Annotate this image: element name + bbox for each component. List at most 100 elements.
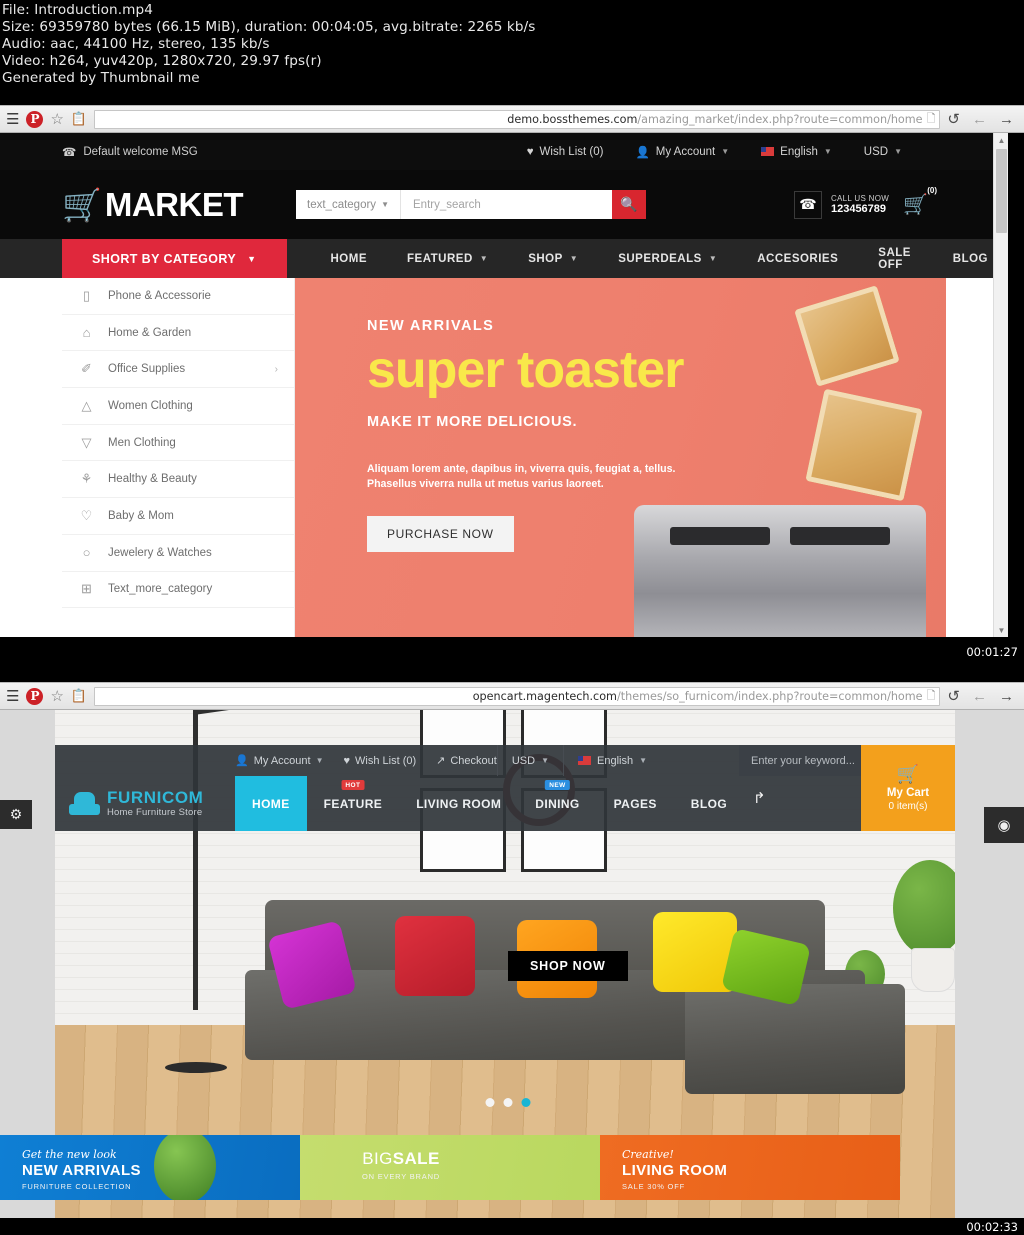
menu-item-blog[interactable]: BLOG <box>674 776 744 831</box>
dress-icon: △ <box>81 397 92 413</box>
menu-item-feature[interactable]: HOT FEATURE <box>307 776 400 831</box>
account-menu[interactable]: 👤 My Account ▼ <box>635 145 729 159</box>
reload-icon[interactable]: ↺ <box>947 110 960 128</box>
cart-button[interactable]: 🛒 (0) <box>903 186 937 217</box>
category-item[interactable]: ⌂ Home & Garden <box>62 315 294 352</box>
nav-item-label: SALE OFF <box>878 246 911 271</box>
scrollbar-thumb[interactable] <box>996 149 1007 233</box>
preview-widget[interactable]: ◉ <box>984 807 1024 843</box>
furnicom-logo[interactable]: FURNICOM Home Furniture Store <box>55 776 235 831</box>
search-submit-button[interactable]: 🔍 <box>612 190 646 219</box>
menu-item-living-room[interactable]: LIVING ROOM <box>399 776 518 831</box>
timestamp-1: 00:01:27 <box>966 645 1018 659</box>
language-menu[interactable]: English ▼ <box>564 745 661 776</box>
category-item[interactable]: △ Women Clothing <box>62 388 294 425</box>
site-logo[interactable]: 🛒 MARKET <box>62 186 244 224</box>
account-menu[interactable]: 👤 My Account ▼ <box>235 754 323 768</box>
back-icon[interactable]: ← <box>972 688 987 705</box>
wishlist-link[interactable]: ♥ Wish List (0) <box>343 755 416 767</box>
forward-icon[interactable]: → <box>999 688 1014 705</box>
home-icon: ⌂ <box>82 325 91 341</box>
floor-lamp-base <box>165 1062 227 1073</box>
shop-now-button[interactable]: SHOP NOW <box>508 951 628 981</box>
market-navbar: SHORT BY CATEGORY ▼ HOME FEATURED ▼ SHOP ▼ SU… <box>0 239 1008 278</box>
scroll-down-icon[interactable]: ▼ <box>994 623 1008 637</box>
currency-label: USD <box>863 145 889 158</box>
category-item-label: Women Clothing <box>108 399 193 412</box>
address-bar-1[interactable]: demo.bossthemes.com/amazing_market/index… <box>94 109 941 129</box>
category-item[interactable]: ✐ Office Supplies › <box>62 351 294 389</box>
nav-item-shop[interactable]: SHOP ▼ <box>508 253 598 265</box>
menu-item-dining[interactable]: NEW DINING <box>518 776 596 831</box>
category-item-label: Baby & Mom <box>108 509 174 522</box>
thumbnail-frame-1: ☎ Default welcome MSG ♥ Wish List (0) 👤 … <box>0 133 1008 637</box>
furnicom-main-menu: HOME HOT FEATURE LIVING ROOM NEW DINING PAGES B… <box>235 776 744 831</box>
page-scrollbar-1[interactable]: ▲ ▼ <box>993 133 1008 637</box>
nav-item-sale-off[interactable]: SALE OFF <box>858 247 932 271</box>
carousel-dot-1[interactable] <box>485 1098 495 1107</box>
nav-item-home[interactable]: HOME <box>311 253 388 265</box>
back-icon[interactable]: ← <box>972 111 987 128</box>
promo-new-arrivals[interactable]: Get the new look NEW ARRIVALS FURNITURE … <box>0 1135 300 1200</box>
carousel-dot-3[interactable] <box>521 1098 531 1107</box>
checkout-link[interactable]: ↗ Checkout <box>436 754 497 768</box>
category-item-label: Healthy & Beauty <box>108 473 197 486</box>
search-category-select[interactable]: text_category ▼ <box>296 190 401 219</box>
banner-desc-line1: Aliquam lorem ante, dapibus in, viverra … <box>367 463 676 475</box>
menu-item-home[interactable]: HOME <box>235 776 307 831</box>
currency-menu[interactable]: USD ▼ <box>498 745 563 776</box>
url-text-2: opencart.magentech.com/themes/so_furnico… <box>473 690 923 703</box>
forward-icon[interactable]: → <box>999 111 1014 128</box>
brand-tagline: Home Furniture Store <box>107 806 203 818</box>
promo-living-room[interactable]: Creative! LIVING ROOM SALE 30% OFF <box>600 1135 900 1200</box>
scroll-up-icon[interactable]: ▲ <box>994 133 1008 147</box>
address-bar-2[interactable]: opencart.magentech.com/themes/so_furnico… <box>94 686 941 706</box>
pinterest-icon[interactable]: P <box>26 110 44 128</box>
phone-icon: ☎ <box>793 190 822 219</box>
category-item[interactable]: ⚘ Healthy & Beauty <box>62 461 294 499</box>
plus-box-icon: ⊞ <box>81 581 92 597</box>
category-item[interactable]: ▽ Men Clothing <box>62 425 294 462</box>
promo-main-3: LIVING ROOM <box>622 1162 728 1179</box>
chevron-down-icon: ▼ <box>541 756 549 765</box>
star-icon[interactable]: ☆ <box>50 110 63 128</box>
my-cart-button[interactable]: 🛒 My Cart 0 item(s) <box>861 745 955 831</box>
url-domain-1: demo.bossthemes.com <box>507 112 638 126</box>
currency-menu[interactable]: USD ▼ <box>864 146 902 158</box>
settings-widget[interactable]: ⚙ <box>0 800 32 829</box>
search-input[interactable]: Entry_search <box>401 190 612 219</box>
hamburger-icon[interactable]: ☰ <box>6 112 19 127</box>
category-item[interactable]: ○ Jewelery & Watches <box>62 535 294 572</box>
clipboard-icon[interactable]: 📋 <box>71 688 87 704</box>
reload-icon[interactable]: ↺ <box>947 687 960 705</box>
clipboard-icon[interactable]: 📋 <box>71 111 87 127</box>
category-item[interactable]: ♡ Baby & Mom <box>62 498 294 535</box>
menu-item-pages[interactable]: PAGES <box>597 776 674 831</box>
furnicom-header: 👤 My Account ▼ ♥ Wish List (0) ↗ Checkou… <box>55 745 955 831</box>
language-menu[interactable]: English ▼ <box>761 146 832 158</box>
pinterest-icon[interactable]: P <box>26 687 44 705</box>
nav-item-superdeals[interactable]: SUPERDEALS ▼ <box>598 253 737 265</box>
timestamp-2: 00:02:33 <box>966 1220 1018 1234</box>
promo-big-sale[interactable]: BIGSALE ON EVERY BRAND <box>300 1135 600 1200</box>
nav-item-featured[interactable]: FEATURED ▼ <box>387 253 508 265</box>
phone-icon: ▯ <box>82 287 91 303</box>
page-icon[interactable]: 🗋 <box>927 111 936 128</box>
wishlist-link[interactable]: ♥ Wish List (0) <box>527 146 604 158</box>
promo-main-2: SALE <box>392 1149 440 1168</box>
chevron-down-icon: ▼ <box>569 254 579 263</box>
purchase-now-button[interactable]: PURCHASE NOW <box>367 516 514 552</box>
carousel-dot-2[interactable] <box>503 1098 513 1107</box>
thumbnail-sheet: File: Introduction.mp4 Size: 69359780 by… <box>0 0 1024 1235</box>
category-item[interactable]: ⊞ Text_more_category <box>62 572 294 609</box>
short-by-category-button[interactable]: SHORT BY CATEGORY ▼ <box>62 239 287 278</box>
chevron-down-icon: ▼ <box>639 756 647 765</box>
category-item[interactable]: ▯ Phone & Accessorie <box>62 278 294 315</box>
hamburger-icon[interactable]: ☰ <box>6 689 19 704</box>
nav-item-accesories[interactable]: ACCESORIES <box>737 253 858 265</box>
cart-icon: 🛒 <box>896 764 920 784</box>
hero-banner[interactable]: NEW ARRIVALS super toaster MAKE IT MORE … <box>295 278 946 637</box>
star-icon[interactable]: ☆ <box>50 687 63 705</box>
page-icon[interactable]: 🗋 <box>927 688 936 705</box>
call-us-block: ☎ CALL US NOW 123456789 <box>793 190 903 219</box>
